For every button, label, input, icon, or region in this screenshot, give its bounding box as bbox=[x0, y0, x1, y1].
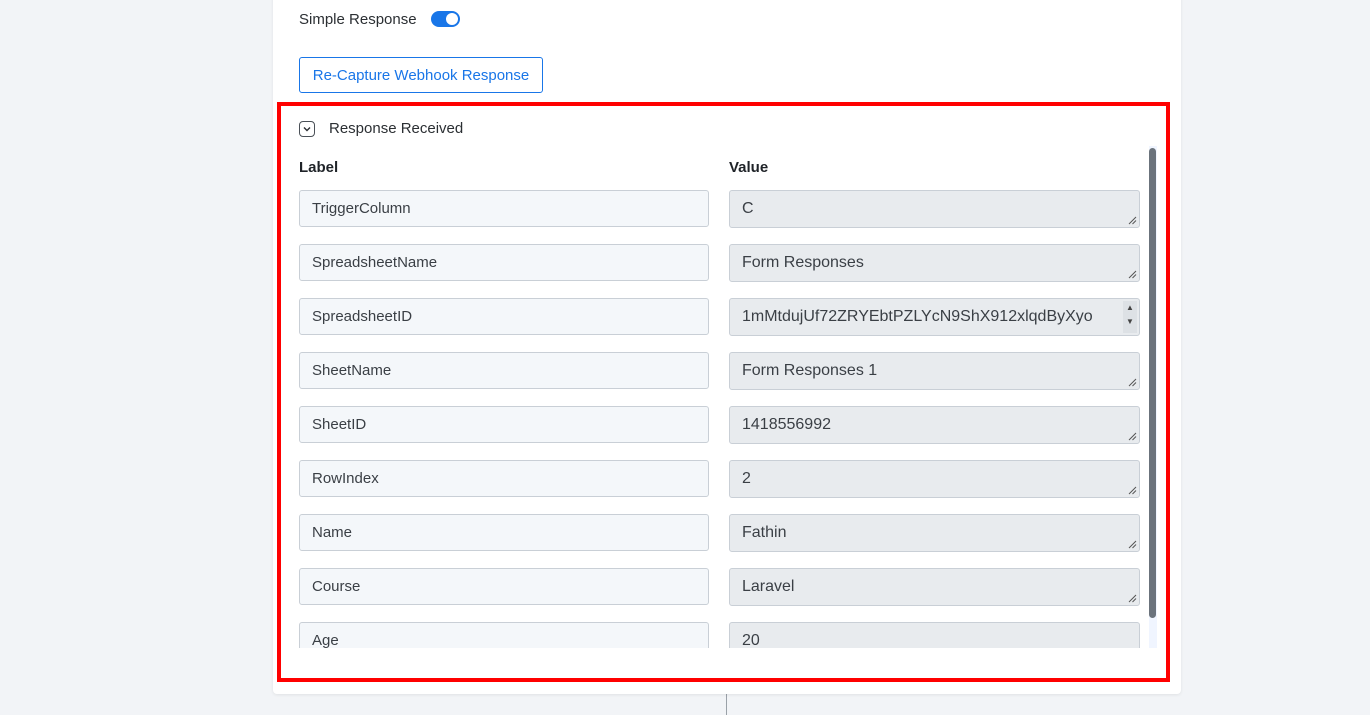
label-field[interactable]: Name bbox=[299, 514, 709, 551]
label-column-header: Label bbox=[299, 159, 339, 176]
page: Simple Response Re-Capture Webhook Respo… bbox=[0, 0, 1370, 715]
label-field[interactable]: TriggerColumn bbox=[299, 190, 709, 227]
response-header[interactable]: Response Received bbox=[299, 120, 463, 137]
label-field[interactable]: SheetName bbox=[299, 352, 709, 389]
table-row: SpreadsheetName Form Responses bbox=[281, 244, 1141, 282]
table-row: SheetName Form Responses 1 bbox=[281, 352, 1141, 390]
response-title: Response Received bbox=[329, 120, 464, 137]
scrollbar-thumb[interactable] bbox=[1149, 148, 1156, 618]
table-row: RowIndex 2 bbox=[281, 460, 1141, 498]
label-field[interactable]: SpreadsheetName bbox=[299, 244, 709, 281]
table-row: SheetID 1418556992 bbox=[281, 406, 1141, 444]
value-text: 2 bbox=[742, 470, 751, 487]
resize-grip-icon[interactable] bbox=[1128, 432, 1137, 441]
label-field[interactable]: SpreadsheetID bbox=[299, 298, 709, 335]
chevron-down-icon[interactable] bbox=[299, 120, 315, 137]
resize-grip-icon[interactable] bbox=[1128, 540, 1137, 549]
label-field[interactable]: Course bbox=[299, 568, 709, 605]
table-row: SpreadsheetID 1mMtdujUf72ZRYEbtPZLYcN9Sh… bbox=[281, 298, 1141, 336]
simple-response-toggle[interactable] bbox=[430, 11, 460, 27]
value-field[interactable]: 1418556992 bbox=[729, 406, 1140, 444]
value-text: 20 bbox=[742, 632, 760, 648]
resize-grip-icon[interactable] bbox=[1128, 594, 1137, 603]
value-text: 1418556992 bbox=[742, 416, 831, 433]
value-field[interactable]: Laravel bbox=[729, 568, 1140, 606]
resize-grip-icon[interactable] bbox=[1128, 378, 1137, 387]
response-received-panel: Response Received Label Value TriggerCol… bbox=[277, 102, 1170, 682]
value-text: Fathin bbox=[742, 524, 787, 541]
value-field[interactable]: Fathin bbox=[729, 514, 1140, 552]
recapture-webhook-button[interactable]: Re-Capture Webhook Response bbox=[299, 57, 543, 93]
value-text: 1mMtdujUf72ZRYEbtPZLYcN9ShX912xlqdByXyo bbox=[742, 308, 1093, 325]
value-text: Form Responses bbox=[742, 254, 864, 271]
response-rows: TriggerColumn C SpreadsheetName Form Res… bbox=[281, 190, 1141, 648]
value-field[interactable]: Form Responses 1 bbox=[729, 352, 1140, 390]
simple-response-label: Simple Response bbox=[299, 10, 417, 28]
value-field[interactable]: 2 bbox=[729, 460, 1140, 498]
simple-response-row: Simple Response bbox=[299, 9, 460, 29]
value-column-header: Value bbox=[729, 159, 769, 176]
textarea-scroll-arrows-icon[interactable]: ▲ ▼ bbox=[1123, 301, 1137, 333]
table-row: Age 20 bbox=[281, 622, 1141, 648]
value-field[interactable]: 20 bbox=[729, 622, 1140, 648]
table-row: Course Laravel bbox=[281, 568, 1141, 606]
value-text: Laravel bbox=[742, 578, 795, 595]
value-field[interactable]: 1mMtdujUf72ZRYEbtPZLYcN9ShX912xlqdByXyo ▲… bbox=[729, 298, 1140, 336]
value-field[interactable]: Form Responses bbox=[729, 244, 1140, 282]
label-field[interactable]: Age bbox=[299, 622, 709, 648]
label-field[interactable]: SheetID bbox=[299, 406, 709, 443]
value-text: Form Responses 1 bbox=[742, 362, 878, 379]
value-text: C bbox=[742, 200, 754, 217]
resize-grip-icon[interactable] bbox=[1128, 270, 1137, 279]
table-row: Name Fathin bbox=[281, 514, 1141, 552]
label-field[interactable]: RowIndex bbox=[299, 460, 709, 497]
table-row: TriggerColumn C bbox=[281, 190, 1141, 228]
resize-grip-icon[interactable] bbox=[1128, 216, 1137, 225]
value-field[interactable]: C bbox=[729, 190, 1140, 228]
resize-grip-icon[interactable] bbox=[1128, 486, 1137, 495]
